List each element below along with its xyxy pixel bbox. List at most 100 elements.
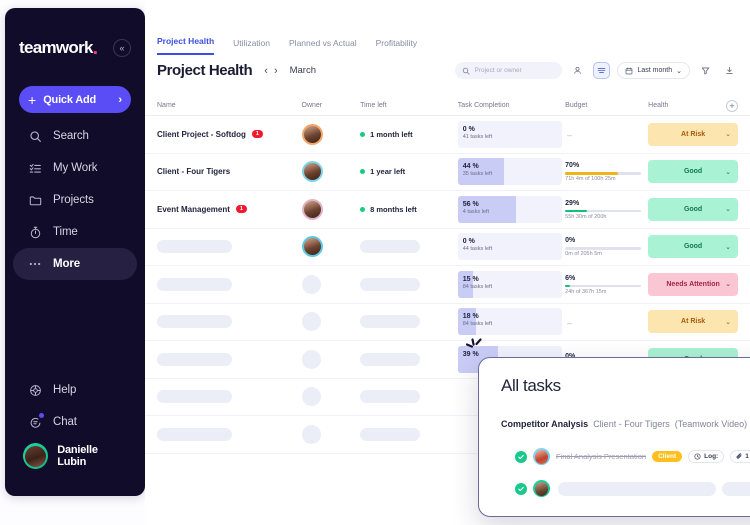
cell-task-completion: 56 % 4 tasks left (457, 195, 565, 223)
cell-owner[interactable] (301, 161, 361, 183)
cell-name[interactable]: Client Project - Softdog 1 (157, 130, 302, 139)
column-header-owner[interactable]: Owner (302, 102, 361, 109)
column-header-task-completion[interactable]: Task Completion (458, 102, 565, 109)
sidebar-item-projects[interactable]: Projects (13, 184, 137, 216)
cell-name[interactable] (157, 352, 302, 366)
cell-name[interactable]: Client - Four Tigers (157, 167, 302, 176)
status-badge: 1 (235, 205, 247, 214)
task-tag[interactable]: Client (652, 451, 683, 462)
table-row[interactable]: 18 % 84 tasks left – At Risk ⌄ (145, 304, 750, 341)
main-content: Project Health Utilization Planned vs Ac… (145, 0, 750, 525)
sidebar-item-label: Time (53, 226, 78, 238)
cell-task-completion: 0 % 44 tasks left (457, 233, 565, 261)
overlay-task-row[interactable] (515, 480, 750, 497)
add-column-button[interactable]: + (726, 99, 738, 112)
cell-name[interactable] (157, 277, 302, 291)
next-month-button[interactable]: › (274, 65, 278, 77)
log-time-button[interactable]: Log: (688, 450, 725, 463)
cell-name[interactable] (157, 390, 302, 404)
table-view-icon[interactable] (593, 62, 611, 79)
cell-owner[interactable] (301, 236, 361, 258)
health-status-badge[interactable]: Good ⌄ (648, 197, 738, 221)
sparkle-icon (463, 336, 485, 358)
chevron-down-icon[interactable]: ⌄ (725, 205, 731, 213)
time-placeholder (360, 390, 421, 404)
filter-icon[interactable] (697, 62, 714, 79)
tab-project-health[interactable]: Project Health (157, 36, 215, 55)
cell-owner[interactable] (301, 424, 361, 444)
tasks-left: 84 tasks left (462, 283, 493, 290)
search-input[interactable]: Project or owner (455, 62, 563, 79)
cell-name[interactable]: Event Management 1 (157, 205, 302, 214)
folder-icon (27, 192, 43, 208)
health-status-badge[interactable]: Good ⌄ (648, 235, 738, 259)
sidebar-item-help[interactable]: Help (13, 374, 137, 406)
budget-bar (565, 209, 642, 213)
cell-name[interactable] (157, 427, 302, 441)
task-completion-percent: 0 % (462, 125, 475, 133)
sidebar-item-time[interactable]: Time (13, 216, 137, 248)
avatar (301, 236, 323, 258)
health-status-badge[interactable]: At Risk ⌄ (648, 122, 738, 146)
help-icon (27, 382, 43, 398)
chevron-down-icon[interactable]: ⌄ (725, 130, 731, 138)
table-row[interactable]: 15 % 84 tasks left 6% 24h of 367h 15m Needs … (145, 266, 750, 304)
cell-time-left (360, 315, 458, 329)
table-row[interactable]: 0 % 44 tasks left 0% 0m of 205h 5m Good ⌄ (145, 229, 750, 266)
table-row[interactable]: Client Project - Softdog 1 1 month left 0 %… (145, 116, 750, 154)
avatar-placeholder (301, 312, 321, 332)
cell-task-completion: 18 % 84 tasks left (457, 308, 565, 336)
cell-owner[interactable] (301, 274, 361, 294)
cell-owner[interactable] (301, 312, 361, 332)
chevron-down-icon[interactable]: ⌄ (725, 318, 731, 326)
page-title: Project Health (157, 62, 253, 79)
cell-name[interactable] (157, 315, 302, 329)
health-status-badge[interactable]: Good ⌄ (648, 160, 738, 184)
chevron-down-icon[interactable]: ⌄ (725, 280, 731, 288)
cell-name[interactable] (157, 240, 302, 254)
prev-month-button[interactable]: ‹ (264, 65, 268, 77)
project-name: Client - Four Tigers (157, 167, 231, 177)
overlay-project-subname: (Teamwork Video) (674, 418, 748, 429)
table-row[interactable]: Client - Four Tigers 1 year left 44 % 35 ta… (145, 154, 750, 191)
quick-add-button[interactable]: + Quick Add › (19, 86, 131, 113)
log-label: Log: (704, 453, 719, 460)
tab-utilization[interactable]: Utilization (233, 38, 270, 55)
sidebar-user[interactable]: Danielle Lubin (13, 438, 137, 474)
task-complete-check-icon[interactable] (515, 450, 527, 463)
chevron-down-icon[interactable]: ⌄ (725, 168, 731, 176)
table-row[interactable]: Event Management 1 8 months left 56 % 4 task… (145, 191, 750, 229)
task-completion-percent: 15 % (462, 275, 479, 283)
column-header-health[interactable]: Health + (648, 99, 738, 112)
task-complete-check-icon[interactable] (515, 482, 527, 495)
tab-profitability[interactable]: Profitability (376, 38, 418, 55)
sidebar-item-more[interactable]: More (13, 248, 137, 280)
date-range-selector[interactable]: Last month ⌄ (617, 62, 690, 79)
status-dot-icon (360, 206, 366, 212)
column-header-time-left[interactable]: Time left (360, 102, 458, 109)
collapse-sidebar-button[interactable]: « (113, 39, 131, 57)
cell-budget: – (565, 313, 648, 331)
column-header-name[interactable]: Name (157, 102, 302, 109)
cell-time-left (360, 352, 458, 366)
column-header-budget[interactable]: Budget (565, 102, 648, 109)
chevron-down-icon[interactable]: ⌄ (725, 243, 731, 251)
sidebar-item-search[interactable]: Search (13, 120, 137, 152)
download-icon[interactable] (721, 62, 738, 79)
cell-owner[interactable] (301, 349, 361, 369)
overlay-task-row[interactable]: Final Analysis Presentation Client Log: … (515, 448, 750, 465)
tab-planned-vs-actual[interactable]: Planned vs Actual (289, 38, 357, 55)
tasks-left: 35 tasks left (462, 171, 493, 178)
cell-owner[interactable] (301, 123, 361, 145)
sidebar-item-my-work[interactable]: My Work (13, 152, 137, 184)
name-placeholder (157, 390, 232, 404)
cell-owner[interactable] (301, 387, 361, 407)
cell-owner[interactable] (301, 198, 361, 220)
person-icon[interactable] (569, 62, 586, 79)
health-status-badge[interactable]: At Risk ⌄ (648, 310, 738, 334)
task-attachments[interactable]: 1 (730, 450, 750, 463)
time-placeholder (360, 352, 421, 366)
cell-budget: 6% 24h of 367h 15m (565, 274, 648, 295)
health-status-badge[interactable]: Needs Attention ⌄ (648, 272, 738, 296)
sidebar-item-chat[interactable]: Chat (13, 406, 137, 438)
